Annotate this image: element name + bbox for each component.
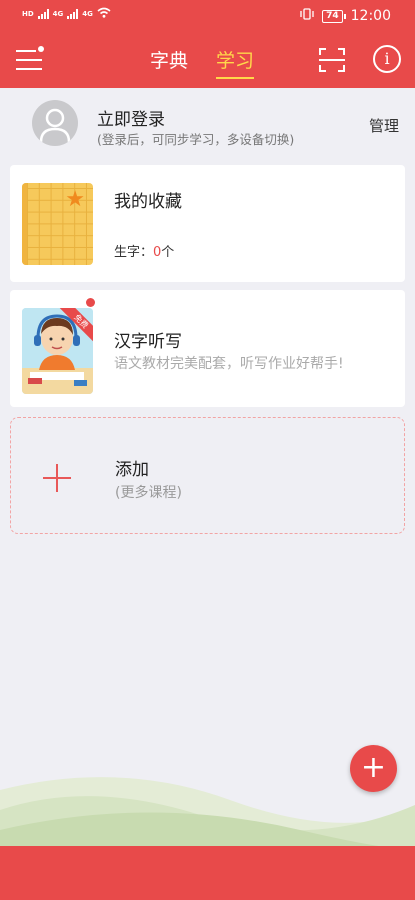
- avatar[interactable]: [32, 100, 78, 146]
- dictation-thumbnail: 免费: [22, 308, 93, 394]
- clock: 12:00: [350, 8, 391, 24]
- wifi-icon: [97, 7, 111, 20]
- favorites-title: 我的收藏: [114, 192, 182, 212]
- battery-icon: 74: [322, 9, 346, 23]
- favorites-card[interactable]: ★ 我的收藏 生字：0个: [10, 165, 405, 282]
- favorites-thumbnail: ★: [22, 183, 93, 265]
- signal-icon: [67, 8, 79, 19]
- add-fab-button[interactable]: +: [350, 745, 397, 792]
- dictation-title: 汉字听写: [114, 332, 182, 352]
- login-subtitle: (登录后，可同步学习，多设备切换): [97, 132, 295, 147]
- tab-dictionary[interactable]: 字典: [150, 46, 188, 79]
- login-row[interactable]: 立即登录 (登录后，可同步学习，多设备切换) 管理: [0, 88, 415, 158]
- vibrate-icon: [300, 8, 314, 24]
- app-bar: 字典 学习 i: [0, 34, 415, 88]
- add-course-subtitle: (更多课程): [115, 485, 182, 501]
- add-course-title: 添加: [115, 460, 149, 480]
- star-icon: ★: [65, 187, 85, 212]
- status-left: HD 4G 4G: [22, 7, 111, 20]
- network-indicator: 4G: [52, 9, 64, 18]
- menu-icon: [16, 50, 36, 52]
- bottom-bar: [0, 846, 415, 900]
- info-button[interactable]: i: [373, 45, 401, 73]
- favorites-meta: 生字：0个: [114, 241, 174, 260]
- plus-icon: [43, 464, 71, 492]
- info-icon: i: [384, 49, 390, 68]
- scan-icon: [319, 48, 345, 72]
- hd-indicator: HD: [22, 9, 34, 18]
- status-right: 74 12:00: [300, 8, 391, 24]
- new-badge-dot: [86, 298, 95, 307]
- favorites-meta-label: 生字：: [114, 245, 154, 260]
- dictation-description: 语文教材完美配套，听写作业好帮手!: [114, 356, 344, 372]
- scan-button[interactable]: [318, 47, 346, 73]
- manage-button[interactable]: 管理: [369, 115, 399, 136]
- network-indicator: 4G: [82, 9, 93, 18]
- signal-icon: [37, 8, 49, 19]
- tab-study[interactable]: 学习: [216, 46, 255, 79]
- favorites-unit: 个: [161, 245, 175, 260]
- add-course-card[interactable]: 添加 (更多课程): [10, 417, 405, 534]
- user-icon: [39, 108, 71, 143]
- plus-icon: +: [360, 750, 387, 785]
- dictation-card[interactable]: 免费 汉字听写 语文教材完美配套，听写作业好帮手!: [10, 290, 405, 407]
- login-title[interactable]: 立即登录: [97, 105, 165, 130]
- notification-dot: [38, 46, 44, 52]
- menu-button[interactable]: [16, 46, 44, 72]
- tab-bar: 字典 学习: [150, 46, 255, 79]
- status-bar: HD 4G 4G 74 12:00: [0, 0, 415, 34]
